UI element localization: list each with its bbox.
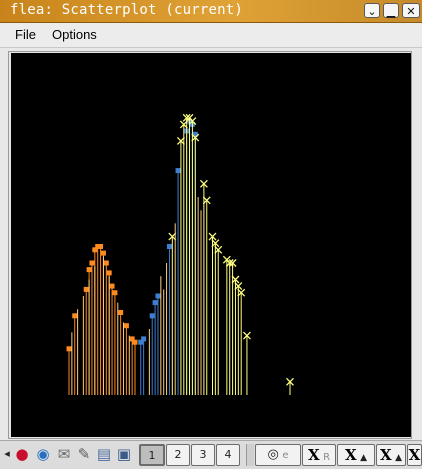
globe-icon[interactable]: ◉: [33, 444, 53, 466]
triangle-up-icon: ▲: [395, 453, 403, 463]
point-orange-11[interactable]: [109, 283, 115, 289]
point-blue-3[interactable]: [152, 300, 158, 306]
monitor-icon[interactable]: ▣: [114, 444, 134, 466]
pager-desktop-3[interactable]: 3: [191, 444, 215, 466]
point-blue-6[interactable]: [175, 168, 181, 174]
point-blue-1[interactable]: [141, 336, 147, 342]
chevron-down-icon: ⌄: [367, 5, 377, 18]
pager-desktop-1[interactable]: 1: [139, 444, 165, 466]
scroll-left-arrow-icon[interactable]: ◂: [2, 444, 12, 466]
menubar: File Options: [0, 23, 422, 48]
minimize-icon: ▁: [386, 5, 396, 18]
toolbar-separator: [246, 444, 254, 466]
point-orange-9[interactable]: [103, 260, 109, 266]
point-orange-8[interactable]: [100, 250, 106, 256]
point-blue-4[interactable]: [155, 293, 161, 299]
point-orange-4[interactable]: [89, 260, 95, 266]
point-blue-5[interactable]: [166, 244, 172, 249]
point-blue-2[interactable]: [149, 313, 155, 319]
task-button-x2[interactable]: X ▲: [337, 444, 375, 466]
triangle-up-icon: ▲: [360, 453, 368, 463]
menu-options[interactable]: Options: [52, 27, 97, 42]
point-orange-7[interactable]: [98, 244, 104, 249]
point-orange-16[interactable]: [132, 339, 138, 345]
point-orange-1[interactable]: [72, 313, 78, 319]
scatterplot-canvas[interactable]: [11, 53, 411, 437]
task-button-x1[interactable]: X R: [302, 444, 336, 466]
close-button[interactable]: ✕: [402, 3, 420, 18]
point-orange-10[interactable]: [106, 270, 112, 276]
task-button-eyes[interactable]: ◎ e: [255, 444, 301, 466]
point-orange-2[interactable]: [83, 286, 89, 292]
point-orange-3[interactable]: [86, 267, 92, 273]
point-orange-13[interactable]: [118, 310, 124, 315]
menu-file[interactable]: File: [15, 27, 36, 42]
plot-background: [11, 53, 411, 437]
point-orange-0[interactable]: [66, 346, 72, 352]
mail-icon[interactable]: ✉: [54, 444, 74, 466]
window-titlebar[interactable]: flea: Scatterplot (current) ⌄ ▁ ✕: [0, 0, 422, 23]
close-icon: ✕: [406, 5, 416, 18]
help-button[interactable]: ⌄: [364, 3, 380, 18]
pager-desktop-4[interactable]: 4: [216, 444, 240, 466]
window-title: flea: Scatterplot (current): [10, 2, 243, 18]
point-orange-14[interactable]: [123, 323, 129, 329]
task-button-x3[interactable]: X ▲: [376, 444, 406, 466]
point-orange-12[interactable]: [112, 290, 118, 296]
pager-desktop-2[interactable]: 2: [166, 444, 190, 466]
redhat-icon[interactable]: ●: [12, 444, 32, 466]
documents-icon[interactable]: ▤: [94, 444, 114, 466]
task-button-x4[interactable]: X: [407, 444, 422, 466]
tools-icon[interactable]: ✎: [74, 444, 94, 466]
eyes-icon: ◎: [267, 447, 279, 462]
minimize-button[interactable]: ▁: [383, 3, 399, 18]
